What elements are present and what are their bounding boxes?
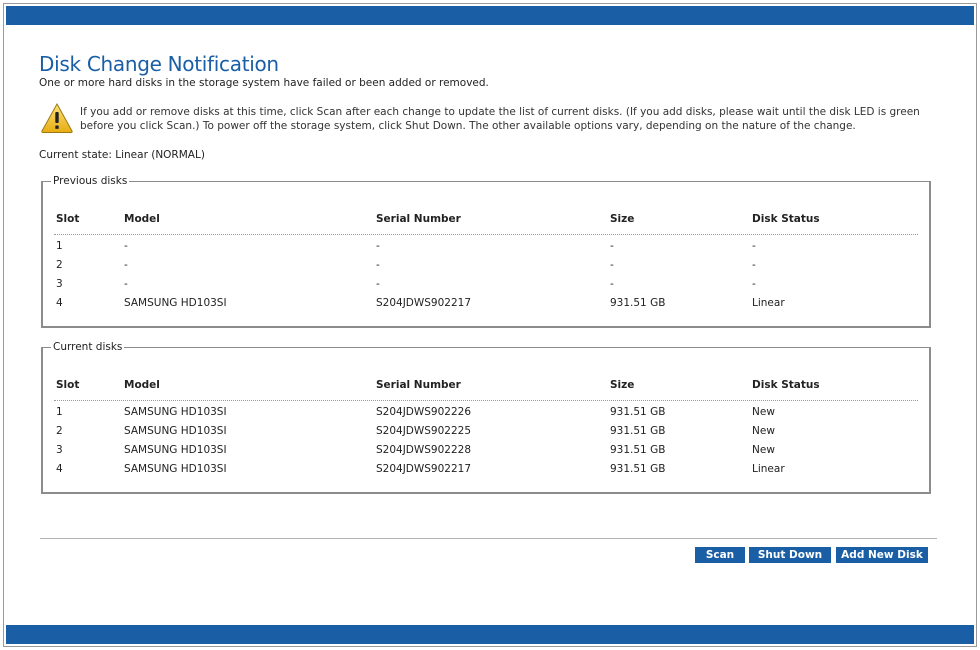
footer-divider: [40, 538, 937, 539]
column-header-slot: Slot: [56, 213, 80, 225]
bottom-banner: [6, 625, 974, 644]
table-row: 1 - - - -: [54, 240, 918, 259]
column-header-size: Size: [610, 379, 635, 391]
cell-serial: S204JDWS902217: [376, 463, 472, 475]
table-row: 2 SAMSUNG HD103SI S204JDWS902225 931.51 …: [54, 425, 918, 444]
cell-model: SAMSUNG HD103SI: [124, 297, 227, 309]
cell-slot: 1: [56, 240, 63, 252]
table-row: 3 - - - -: [54, 278, 918, 297]
cell-slot: 3: [56, 278, 63, 290]
table-row: 4 SAMSUNG HD103SI S204JDWS902217 931.51 …: [54, 463, 918, 482]
page-title: Disk Change Notification: [39, 52, 279, 76]
table-header: Slot Model Serial Number Size Disk Statu…: [54, 379, 918, 401]
table-row: 4 SAMSUNG HD103SI S204JDWS902217 931.51 …: [54, 297, 918, 316]
cell-serial: S204JDWS902225: [376, 425, 472, 437]
cell-status: -: [752, 278, 756, 290]
column-header-size: Size: [610, 213, 635, 225]
add-new-disk-button[interactable]: Add New Disk: [836, 547, 928, 563]
cell-status: New: [752, 444, 775, 456]
cell-model: SAMSUNG HD103SI: [124, 444, 227, 456]
current-disks-legend: Current disks: [53, 341, 123, 353]
cell-size: 931.51 GB: [610, 463, 666, 475]
cell-size: -: [610, 278, 614, 290]
cell-size: 931.51 GB: [610, 444, 666, 456]
cell-serial: -: [376, 278, 380, 290]
cell-size: -: [610, 259, 614, 271]
cell-slot: 4: [56, 463, 63, 475]
warning-triangle-icon: [41, 102, 73, 133]
current-state: Current state: Linear (NORMAL): [39, 149, 205, 161]
warning-message: If you add or remove disks at this time,…: [80, 106, 920, 132]
cell-status: -: [752, 240, 756, 252]
previous-disks-table: Slot Model Serial Number Size Disk Statu…: [54, 213, 918, 316]
column-header-model: Model: [124, 379, 160, 391]
table-row: 2 - - - -: [54, 259, 918, 278]
scan-button[interactable]: Scan: [695, 547, 745, 563]
cell-status: Linear: [752, 463, 785, 475]
cell-serial: S204JDWS902217: [376, 297, 472, 309]
cell-size: 931.51 GB: [610, 406, 666, 418]
cell-status: New: [752, 425, 775, 437]
table-row: 3 SAMSUNG HD103SI S204JDWS902228 931.51 …: [54, 444, 918, 463]
cell-serial: S204JDWS902226: [376, 406, 472, 418]
column-header-slot: Slot: [56, 379, 80, 391]
cell-model: -: [124, 240, 128, 252]
cell-slot: 4: [56, 297, 63, 309]
cell-status: Linear: [752, 297, 785, 309]
dialog-frame: Disk Change Notification One or more har…: [3, 3, 977, 647]
table-header: Slot Model Serial Number Size Disk Statu…: [54, 213, 918, 235]
cell-size: -: [610, 240, 614, 252]
cell-serial: -: [376, 259, 380, 271]
top-banner: [6, 6, 974, 25]
column-header-model: Model: [124, 213, 160, 225]
column-header-status: Disk Status: [752, 379, 820, 391]
cell-model: -: [124, 259, 128, 271]
cell-model: SAMSUNG HD103SI: [124, 463, 227, 475]
table-row: 1 SAMSUNG HD103SI S204JDWS902226 931.51 …: [54, 406, 918, 425]
cell-slot: 2: [56, 425, 63, 437]
cell-status: New: [752, 406, 775, 418]
previous-disks-legend: Previous disks: [53, 175, 128, 187]
column-header-status: Disk Status: [752, 213, 820, 225]
previous-disks-group: Previous disks Slot Model Serial Number …: [41, 175, 931, 328]
cell-model: SAMSUNG HD103SI: [124, 425, 227, 437]
cell-slot: 2: [56, 259, 63, 271]
column-header-serial: Serial Number: [376, 379, 461, 391]
cell-slot: 1: [56, 406, 63, 418]
column-header-serial: Serial Number: [376, 213, 461, 225]
current-disks-group: Current disks Slot Model Serial Number S…: [41, 341, 931, 494]
cell-status: -: [752, 259, 756, 271]
cell-model: SAMSUNG HD103SI: [124, 406, 227, 418]
cell-serial: -: [376, 240, 380, 252]
cell-size: 931.51 GB: [610, 297, 666, 309]
cell-serial: S204JDWS902228: [376, 444, 472, 456]
cell-size: 931.51 GB: [610, 425, 666, 437]
cell-slot: 3: [56, 444, 63, 456]
cell-model: -: [124, 278, 128, 290]
shut-down-button[interactable]: Shut Down: [749, 547, 831, 563]
current-disks-table: Slot Model Serial Number Size Disk Statu…: [54, 379, 918, 482]
page-subtitle: One or more hard disks in the storage sy…: [39, 77, 489, 89]
